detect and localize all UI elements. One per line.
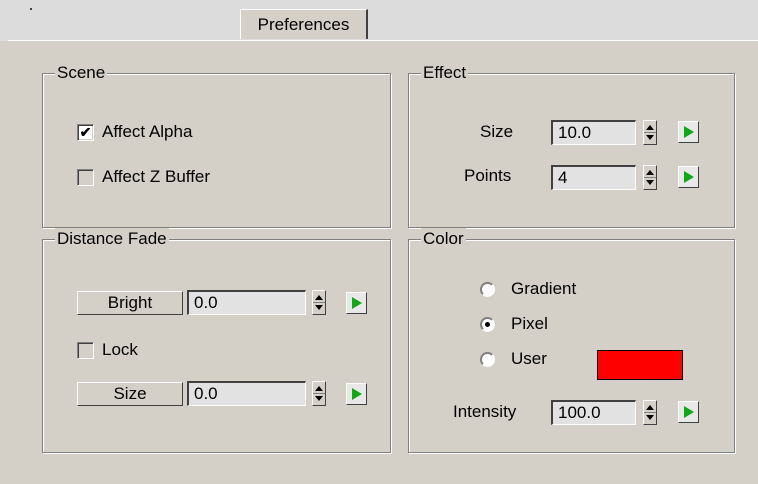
pixel-radio[interactable] [480, 317, 495, 332]
spinner-up-icon [315, 295, 323, 300]
intensity-spinner[interactable] [643, 400, 657, 425]
lock-label: Lock [102, 340, 138, 359]
user-label: User [511, 349, 547, 368]
fade-size-animate-button[interactable] [346, 383, 367, 405]
color-group-title: Color [421, 228, 466, 250]
lock-checkbox[interactable] [77, 342, 94, 359]
animate-key-icon [352, 297, 362, 309]
affect-alpha-label: Affect Alpha [102, 122, 193, 141]
spinner-down-icon [315, 396, 323, 401]
user-color-swatch[interactable] [597, 350, 683, 380]
spinner-up-icon [315, 386, 323, 391]
scene-group: Scene [42, 62, 391, 228]
gradient-radio[interactable] [480, 282, 495, 297]
intensity-label: Intensity [453, 402, 517, 421]
effect-group: Effect [408, 62, 735, 228]
fade-size-spinner[interactable] [312, 381, 326, 406]
intensity-animate-button[interactable] [678, 401, 699, 423]
animate-key-icon [352, 388, 362, 400]
animate-key-icon [684, 171, 694, 183]
effect-size-label: Size [480, 122, 514, 141]
affect-z-buffer-checkbox[interactable] [77, 169, 94, 186]
effect-group-title: Effect [421, 62, 469, 84]
distance-fade-group-title: Distance Fade [55, 228, 169, 250]
panel-top-edge [8, 40, 758, 41]
affect-alpha-checkbox[interactable]: ✔ [77, 124, 94, 141]
bright-input[interactable]: 0.0 [187, 290, 306, 315]
effect-size-animate-button[interactable] [678, 121, 699, 143]
spinner-up-icon [646, 170, 654, 175]
effect-size-input[interactable]: 10.0 [551, 120, 636, 145]
bright-button[interactable]: Bright [77, 291, 183, 315]
animate-key-icon [684, 406, 694, 418]
size-button[interactable]: Size [77, 382, 183, 406]
bright-spinner[interactable] [312, 290, 326, 315]
gradient-label: Gradient [511, 279, 577, 298]
animate-key-icon [684, 126, 694, 138]
fade-size-input[interactable]: 0.0 [187, 381, 306, 406]
bright-animate-button[interactable] [346, 292, 367, 314]
distance-fade-group: Distance Fade [42, 228, 391, 453]
effect-size-spinner[interactable] [643, 120, 657, 145]
spinner-down-icon [646, 180, 654, 185]
effect-points-animate-button[interactable] [678, 166, 699, 188]
pixel-label: Pixel [511, 314, 548, 333]
effect-points-input[interactable]: 4 [551, 165, 636, 190]
spinner-down-icon [315, 305, 323, 310]
tab-preferences[interactable]: Preferences [240, 9, 368, 39]
spinner-down-icon [646, 415, 654, 420]
spinner-up-icon [646, 125, 654, 130]
checkmark-icon: ✔ [79, 124, 92, 140]
effect-points-label: Points [464, 166, 512, 185]
spinner-down-icon [646, 135, 654, 140]
spinner-up-icon [646, 405, 654, 410]
tab-bar-dot [30, 8, 32, 10]
tab-bar [0, 0, 758, 41]
user-radio[interactable] [480, 352, 495, 367]
effect-points-spinner[interactable] [643, 165, 657, 190]
scene-group-title: Scene [55, 62, 108, 84]
intensity-input[interactable]: 100.0 [551, 400, 636, 425]
affect-z-buffer-label: Affect Z Buffer [102, 167, 211, 186]
